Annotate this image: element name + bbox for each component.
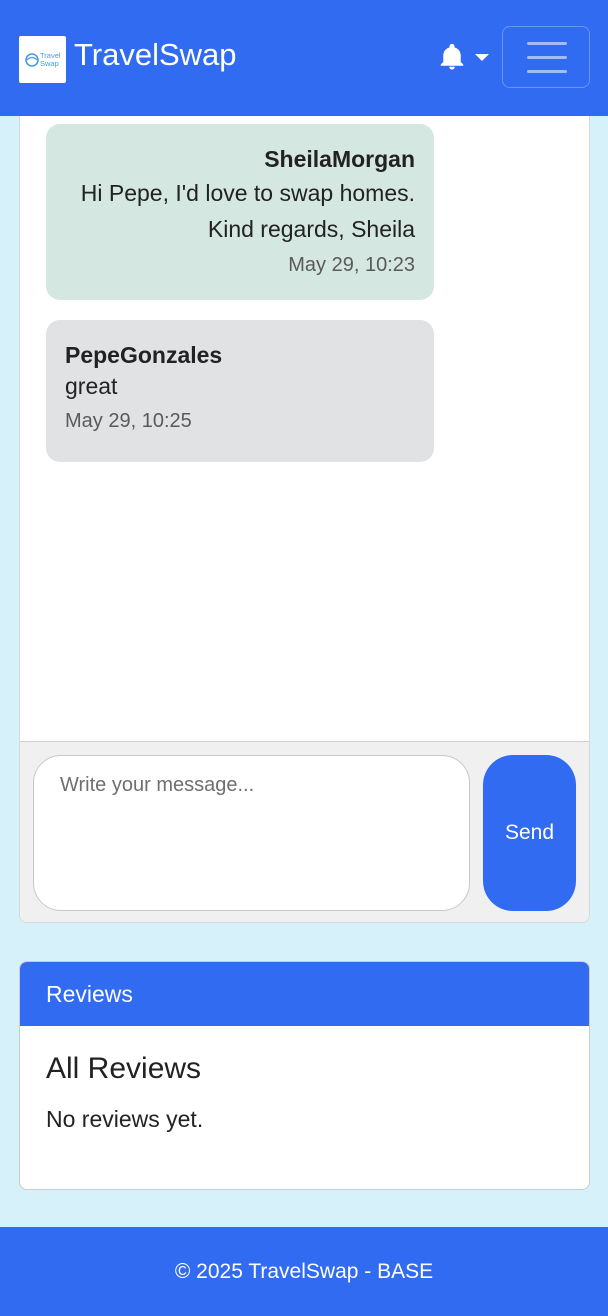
message-bubble-sent: SheilaMorgan Hi Pepe, I'd love to swap h…	[46, 124, 434, 300]
brand-logo-icon: Travel Swap	[24, 51, 60, 68]
message-bubble-received: PepeGonzales great May 29, 10:25	[46, 320, 434, 462]
message-input[interactable]	[33, 755, 470, 911]
hamburger-bar	[527, 56, 567, 59]
message-text: Hi Pepe, I'd love to swap homes. Kind re…	[80, 180, 415, 242]
reviews-empty-text: No reviews yet.	[46, 1106, 204, 1132]
footer: © 2025 TravelSwap - BASE	[0, 1227, 608, 1316]
chat-panel: SheilaMorgan Hi Pepe, I'd love to swap h…	[19, 100, 590, 923]
menu-toggle-button[interactable]	[502, 26, 590, 88]
brand-name[interactable]: TravelSwap	[74, 36, 237, 74]
chevron-down-icon[interactable]	[474, 50, 490, 61]
reviews-header: Reviews	[20, 962, 589, 1026]
hamburger-bar	[527, 70, 567, 73]
reviews-card: Reviews All Reviews No reviews yet.	[19, 961, 590, 1190]
reviews-title: All Reviews	[46, 1052, 202, 1085]
send-button[interactable]: Send	[483, 755, 576, 911]
message-time: May 29, 10:23	[288, 254, 415, 276]
message-text: great	[65, 373, 118, 399]
message-author: SheilaMorgan	[264, 146, 415, 172]
message-time: May 29, 10:25	[65, 410, 192, 432]
svg-text:Swap: Swap	[40, 59, 59, 68]
message-author: PepeGonzales	[65, 342, 223, 368]
hamburger-icon	[527, 42, 567, 45]
footer-text: © 2025 TravelSwap - BASE	[174, 1260, 434, 1283]
navbar: Travel Swap TravelSwap	[0, 0, 608, 116]
brand-logo[interactable]: Travel Swap	[19, 36, 66, 83]
bell-icon[interactable]	[437, 42, 467, 72]
message-composer: Send	[20, 741, 589, 922]
page: Travel Swap TravelSwap SheilaMorgan Hi P…	[0, 0, 608, 1316]
